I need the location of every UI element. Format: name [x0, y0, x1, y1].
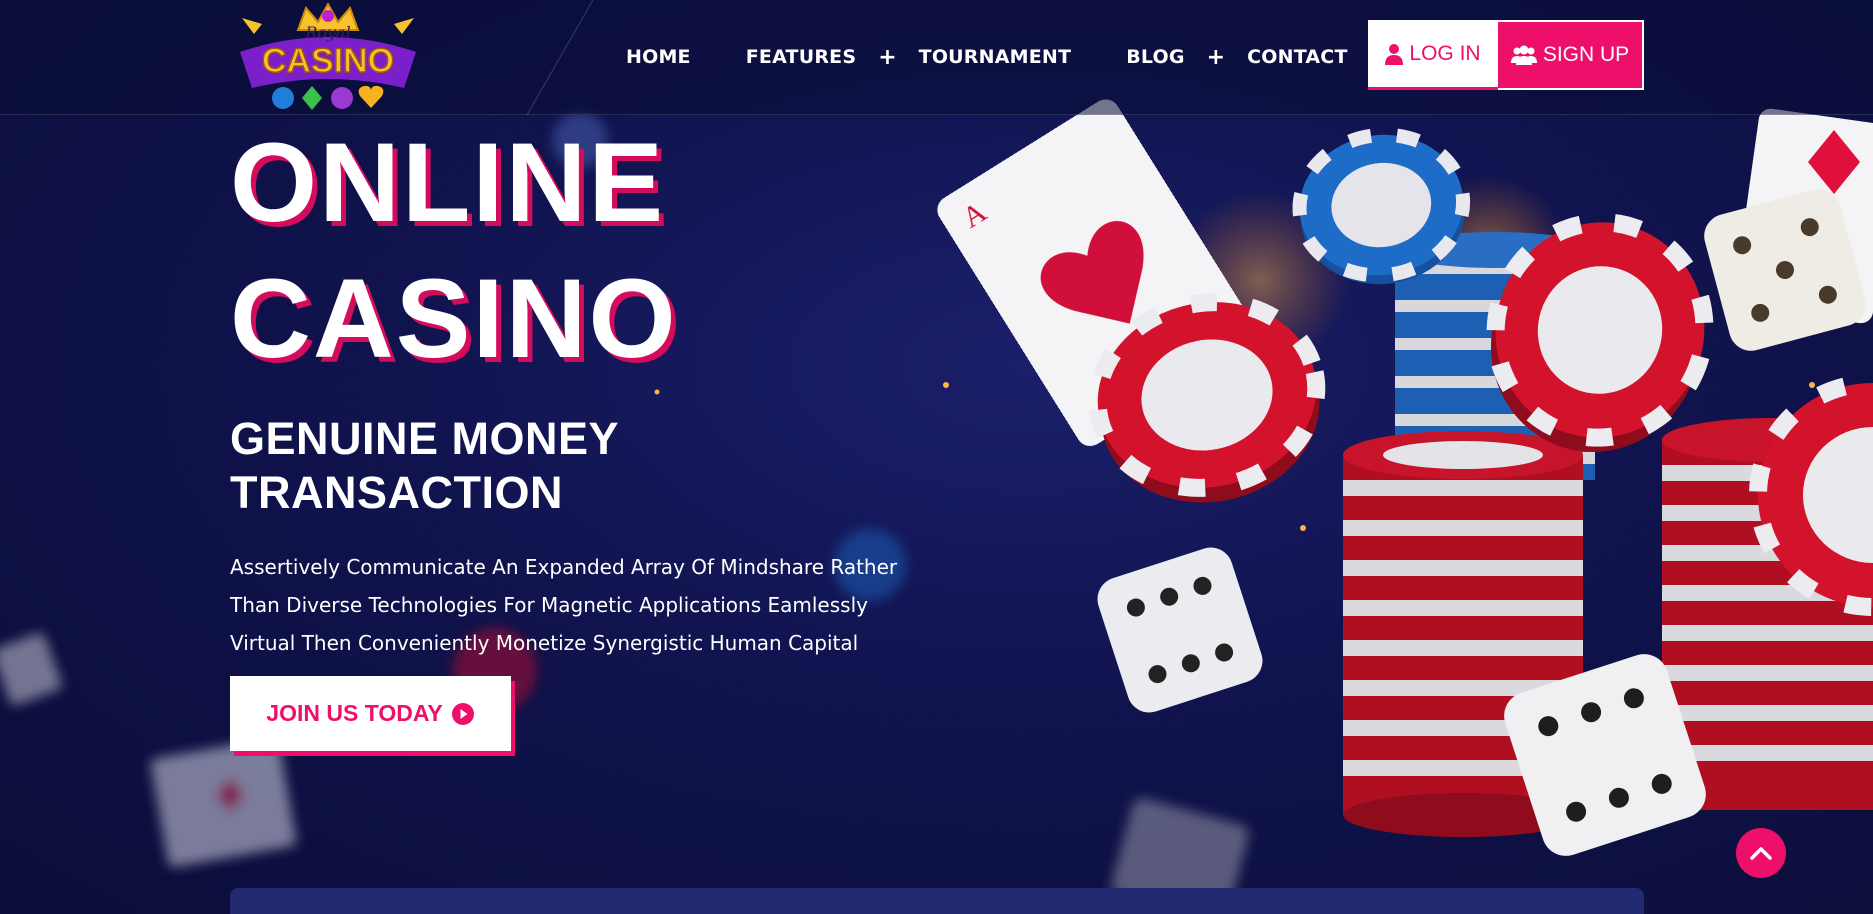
nav-tournament[interactable]: TOURNAMENT [919, 38, 1072, 76]
join-button-label: JOIN US TODAY [266, 700, 443, 726]
nav-features[interactable]: FEATURES [746, 38, 856, 76]
user-icon [1385, 43, 1404, 65]
users-icon [1510, 45, 1537, 65]
hero-title-line-2: CASINO [230, 256, 678, 381]
nav-home[interactable]: HOME [626, 38, 691, 76]
hero-description-line-1: Assertively Communicate An Expanded Arra… [230, 555, 898, 579]
hero-subtitle: GENUINE MONEY TRANSACTION [230, 412, 930, 520]
hero-subtitle-line-1: GENUINE MONEY [230, 413, 620, 464]
dice-left [1097, 547, 1263, 713]
royal-casino-logo[interactable]: Royal CASINO [232, 0, 424, 112]
hero-section: ONLINE CASINO GENUINE MONEY TRANSACTION … [230, 115, 930, 662]
hero-description: Assertively Communicate An Expanded Arra… [230, 548, 920, 662]
hero-title-line-1: ONLINE [230, 120, 666, 245]
hero-description-line-2: Than Diverse Technologies For Magnetic A… [230, 593, 868, 617]
header-divider [526, 0, 594, 115]
login-label: LOG IN [1409, 41, 1481, 65]
logo-main-text: CASINO [262, 42, 394, 80]
main-nav: HOME FEATURES + TOURNAMENT BLOG + CONTAC… [626, 38, 1348, 76]
hero-title: ONLINE CASINO [230, 115, 930, 387]
nav-contact[interactable]: CONTACT [1247, 38, 1348, 76]
join-us-today-button[interactable]: JOIN US TODAY [230, 676, 511, 751]
logo-emblem: Royal CASINO [240, 1, 416, 110]
signup-label: SIGN UP [1542, 43, 1630, 66]
chevron-up-icon [1750, 847, 1772, 860]
bottom-panel [230, 888, 1644, 914]
blog-expand-plus-icon[interactable]: + [1207, 45, 1225, 70]
hero-subtitle-line-2: TRANSACTION [230, 467, 563, 518]
scroll-to-top-button[interactable] [1736, 828, 1786, 878]
login-button[interactable]: LOG IN [1368, 20, 1498, 90]
auth-buttons: LOG IN SIGN UP [1368, 20, 1644, 90]
signup-button[interactable]: SIGN UP [1498, 20, 1644, 90]
features-expand-plus-icon[interactable]: + [878, 45, 896, 70]
play-circle-icon [451, 702, 474, 725]
hero-description-line-3: Virtual Then Conveniently Monetize Syner… [230, 631, 859, 655]
site-header: Royal CASINO HOME FEATURES + TOURNAMENT … [0, 0, 1873, 115]
nav-blog[interactable]: BLOG [1126, 38, 1184, 76]
logo-script-text: Royal [304, 23, 350, 42]
